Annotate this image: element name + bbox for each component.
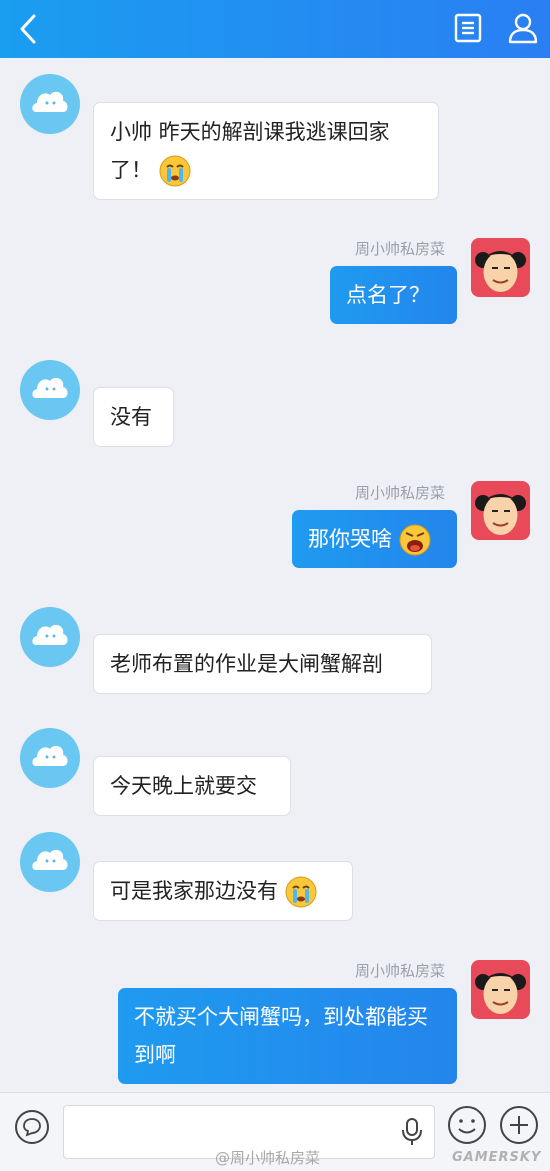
speech-bubble-icon[interactable]: [14, 1109, 50, 1145]
message-text: 小帅 昨天的解剖课我逃课回家了！: [110, 120, 390, 182]
sender-name: 周小帅私房菜: [354, 240, 445, 258]
cloud-avatar-icon: [32, 91, 68, 112]
message-text: 老师布置的作业是大闸蟹解剖: [110, 652, 383, 676]
message-bubble[interactable]: 今天晚上就要交: [93, 756, 291, 816]
person-icon[interactable]: [506, 11, 540, 45]
avatar[interactable]: [471, 481, 530, 540]
chat-area: 小帅 昨天的解剖课我逃课回家了！ 周小帅私房菜 点名了？ 没有 周小帅私房菜 那…: [0, 58, 550, 1092]
sender-name: 周小帅私房菜: [354, 962, 445, 980]
avatar[interactable]: [20, 360, 80, 420]
top-bar: [0, 0, 550, 58]
message-bubble[interactable]: 没有: [93, 387, 174, 447]
message-bubble[interactable]: 不就买个大闸蟹吗，到处都能买到啊: [118, 988, 457, 1084]
avatar[interactable]: [471, 238, 530, 297]
message-text: 点名了？: [346, 283, 430, 307]
message-bubble[interactable]: 可是我家那边没有: [93, 861, 353, 921]
site-watermark: GAMERSKY: [452, 1150, 542, 1165]
cartoon-chef-avatar-icon: [475, 251, 526, 292]
message-bubble[interactable]: 点名了？: [330, 266, 457, 324]
plus-icon[interactable]: [499, 1105, 539, 1145]
chevron-left-icon[interactable]: [14, 12, 44, 46]
cloud-avatar-icon: [32, 745, 68, 766]
cloud-avatar-icon: [32, 849, 68, 870]
message-text: 可是我家那边没有: [110, 879, 278, 903]
avatar[interactable]: [20, 74, 80, 134]
message-text: 那你哭啥: [308, 527, 392, 551]
avatar[interactable]: [20, 728, 80, 788]
cartoon-chef-avatar-icon: [475, 973, 526, 1014]
cloud-avatar-icon: [32, 377, 68, 398]
avatar[interactable]: [20, 832, 80, 892]
smiley-icon[interactable]: [447, 1105, 487, 1145]
crying-emoji-icon: [158, 154, 192, 188]
sender-name: 周小帅私房菜: [354, 484, 445, 502]
weibo-watermark: @周小帅私房菜: [215, 1149, 321, 1167]
crying-emoji-icon: [284, 875, 318, 909]
message-bubble[interactable]: 小帅 昨天的解剖课我逃课回家了！: [93, 102, 439, 200]
cloud-avatar-icon: [32, 624, 68, 645]
cartoon-chef-avatar-icon: [475, 494, 526, 535]
message-bubble[interactable]: 那你哭啥: [292, 510, 457, 568]
avatar[interactable]: [471, 960, 530, 1019]
shouting-emoji-icon: [398, 523, 432, 557]
avatar[interactable]: [20, 607, 80, 667]
message-text: 不就买个大闸蟹吗，到处都能买到啊: [134, 1005, 428, 1067]
microphone-icon[interactable]: [401, 1117, 423, 1147]
message-text: 没有: [110, 405, 152, 429]
message-bubble[interactable]: 老师布置的作业是大闸蟹解剖: [93, 634, 432, 694]
message-text: 今天晚上就要交: [110, 774, 257, 798]
document-list-icon[interactable]: [453, 12, 483, 44]
